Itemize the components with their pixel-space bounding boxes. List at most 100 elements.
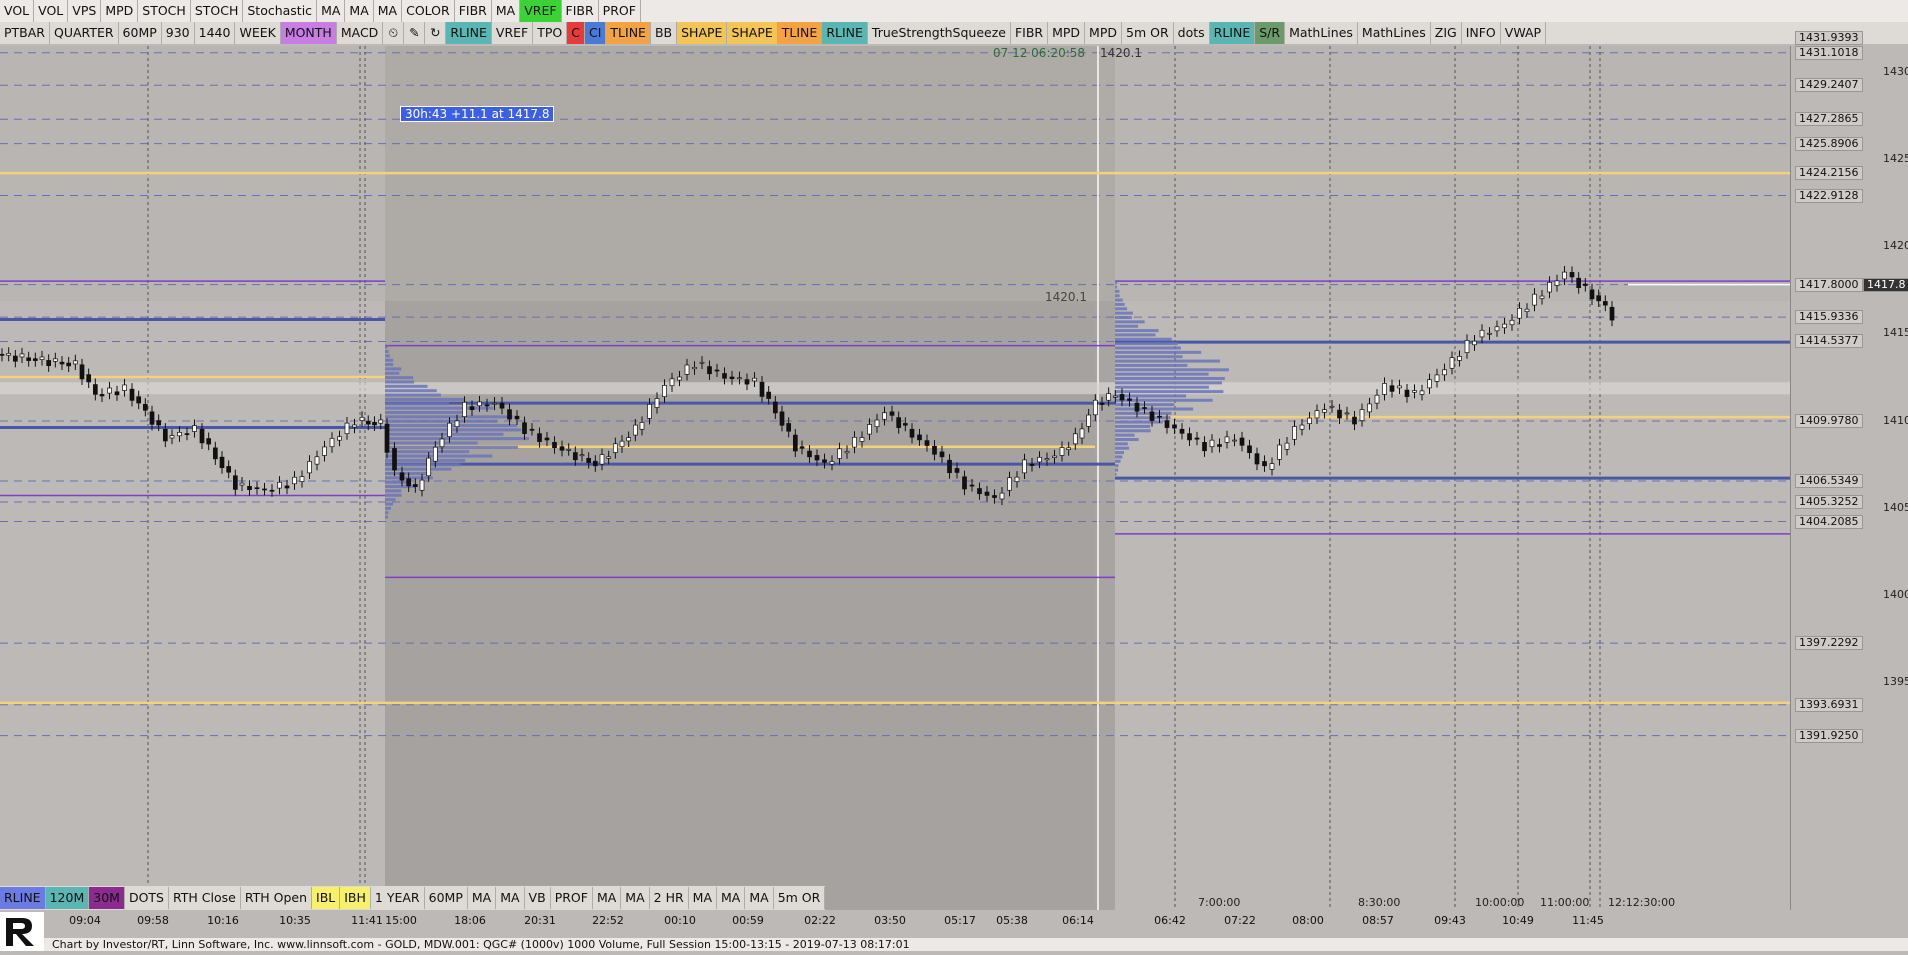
- toolbar-button-rth-open[interactable]: RTH Open: [241, 887, 313, 909]
- toolbar-button-vb[interactable]: VB: [525, 887, 551, 909]
- time-label: 00:10: [664, 914, 696, 927]
- toolbar-button-ma[interactable]: MA: [689, 887, 717, 909]
- price-axis[interactable]: 1431.9393 1431.1018 1429.2407 1427.2865 1425…: [1790, 31, 1908, 910]
- toolbar-button-fibr[interactable]: FIBR: [562, 0, 599, 22]
- toolbar-button-mathlines[interactable]: MathLines: [1285, 22, 1358, 44]
- toolbar-button-1440[interactable]: 1440: [195, 22, 236, 44]
- toolbar-button-dots[interactable]: DOTS: [125, 887, 169, 909]
- toolbar-button-120m[interactable]: 120M: [45, 887, 90, 909]
- toolbar-button-vwap[interactable]: VWAP: [1501, 22, 1547, 44]
- toolbar-button-c[interactable]: C: [567, 22, 585, 44]
- toolbar-button-2-hr[interactable]: 2 HR: [650, 887, 689, 909]
- toolbar-button-ma[interactable]: MA: [317, 0, 346, 22]
- toolbar-button-mpd[interactable]: MPD: [101, 0, 139, 22]
- chart-area[interactable]: 7:00:00 8:30:00 10:00:00 11:00:00 12:12:30:0…: [0, 46, 1790, 910]
- toolbar-button-ibl[interactable]: IBL: [312, 887, 341, 909]
- current-price-badge: 1417.8: [1863, 277, 1908, 292]
- pencil-icon[interactable]: ✎: [404, 22, 426, 44]
- time-mark-label: 8:30:00: [1358, 896, 1400, 909]
- toolbar-button-930[interactable]: 930: [162, 22, 195, 44]
- time-label: 06:42: [1154, 914, 1186, 927]
- toolbar-button-stochastic[interactable]: Stochastic: [243, 0, 318, 22]
- toolbar-button-shape[interactable]: SHAPE: [677, 22, 728, 44]
- toolbar-button-vol[interactable]: VOL: [0, 0, 35, 22]
- toolbar-button-stoch[interactable]: STOCH: [191, 0, 244, 22]
- time-label: 08:57: [1362, 914, 1394, 927]
- toolbar-button-1-year[interactable]: 1 YEAR: [371, 887, 425, 909]
- price-level-label: 1425.8906: [1795, 136, 1863, 151]
- header-price: 1420.1: [1100, 46, 1142, 60]
- toolbar-button-bb[interactable]: BB: [651, 22, 678, 44]
- toolbar-button-mathlines[interactable]: MathLines: [1358, 22, 1431, 44]
- time-label: 02:22: [804, 914, 836, 927]
- time-label: 09:58: [137, 914, 169, 927]
- toolbar-button-ma[interactable]: MA: [593, 887, 622, 909]
- time-label: 10:49: [1502, 914, 1534, 927]
- toolbar-button-macd[interactable]: MACD: [337, 22, 384, 44]
- toolbar-button-tline[interactable]: TLINE: [606, 22, 651, 44]
- time-label: 11:45: [1572, 914, 1604, 927]
- toolbar-button-tpo[interactable]: TPO: [533, 22, 568, 44]
- price-level-label: 1405.3252: [1795, 495, 1863, 510]
- price-level-label: 1415.9336: [1795, 310, 1863, 325]
- toolbar-button-dots[interactable]: dots: [1174, 22, 1210, 44]
- toolbar-button-quarter[interactable]: QUARTER: [50, 22, 119, 44]
- toolbar-button-ma[interactable]: MA: [745, 887, 774, 909]
- toolbar-button-ma[interactable]: MA: [621, 887, 650, 909]
- clock-icon[interactable]: ⏲: [383, 22, 405, 44]
- toolbar-button-ibh[interactable]: IBH: [340, 887, 371, 909]
- toolbar-button-month[interactable]: MONTH: [280, 22, 337, 44]
- price-level-label: 1422.9128: [1795, 188, 1863, 203]
- toolbar-button-rline[interactable]: RLINE: [0, 887, 46, 909]
- toolbar-button-prof[interactable]: PROF: [551, 887, 593, 909]
- price-level-label: 1429.2407: [1795, 78, 1863, 93]
- toolbar-button-60mp[interactable]: 60MP: [425, 887, 468, 909]
- toolbar-button-vref[interactable]: VREF: [520, 0, 562, 22]
- toolbar-button-vol[interactable]: VOL: [34, 0, 69, 22]
- toolbar-button-mpd[interactable]: MPD: [1048, 22, 1086, 44]
- toolbar-button-rline[interactable]: RLINE: [1209, 22, 1256, 44]
- time-label: 03:50: [874, 914, 906, 927]
- toolbar-button-ma[interactable]: MA: [468, 887, 497, 909]
- toolbar-button-info[interactable]: INFO: [1462, 22, 1501, 44]
- toolbar-button-ptbar[interactable]: PTBAR: [0, 22, 50, 44]
- toolbar-button-mpd[interactable]: MPD: [1085, 22, 1122, 44]
- toolbar-button-ma[interactable]: MA: [717, 887, 746, 909]
- toolbar-button-ma[interactable]: MA: [492, 0, 521, 22]
- toolbar-button-rth-close[interactable]: RTH Close: [169, 887, 241, 909]
- toolbar-button-vps[interactable]: VPS: [68, 0, 102, 22]
- toolbar-button-fibr[interactable]: FIBR: [1011, 22, 1049, 44]
- toolbar-button-5m-or[interactable]: 5m OR: [1122, 22, 1174, 44]
- toolbar-button-tline[interactable]: TLINE: [777, 22, 823, 44]
- toolbar-button-ma[interactable]: MA: [496, 887, 525, 909]
- toolbar-button-ma[interactable]: MA: [374, 0, 403, 22]
- toolbar-button-60mp[interactable]: 60MP: [119, 22, 162, 44]
- toolbar-button-truestrengthsqueeze[interactable]: TrueStrengthSqueeze: [868, 22, 1011, 44]
- toolbar-button-stoch[interactable]: STOCH: [138, 0, 191, 22]
- time-label: 11:41: [351, 914, 383, 927]
- toolbar-button-30m[interactable]: 30M: [89, 887, 125, 909]
- time-label: 09:04: [69, 914, 101, 927]
- toolbar-button-shape[interactable]: SHAPE: [727, 22, 778, 44]
- toolbar-button-ci[interactable]: CI: [584, 22, 607, 44]
- refresh-icon[interactable]: ↻: [425, 22, 447, 44]
- time-label: 22:52: [592, 914, 624, 927]
- price-chart[interactable]: 7:00:00 8:30:00 10:00:00 11:00:00 12:12:30:0…: [0, 46, 1790, 910]
- toolbar-button-ma[interactable]: MA: [345, 0, 374, 22]
- price-level-label: 1431.9393: [1795, 31, 1863, 46]
- top-toolbar-1: VOL VOL VPS MPD STOCH STOCH Stochastic MA MA MA CO…: [0, 0, 1908, 22]
- toolbar-button-rline[interactable]: RLINE: [822, 22, 868, 44]
- toolbar-button-zig[interactable]: ZIG: [1431, 22, 1462, 44]
- toolbar-button-vref[interactable]: VREF: [492, 22, 534, 44]
- toolbar-button-5m-or[interactable]: 5m OR: [774, 887, 826, 909]
- toolbar-button-color[interactable]: COLOR: [402, 0, 455, 22]
- toolbar-button-rline[interactable]: RLINE: [446, 22, 492, 44]
- top-toolbar-2: PTBAR QUARTER 60MP 930 1440 WEEK MONTH MACD ⏲ ✎ ↻ R…: [0, 22, 1908, 44]
- toolbar-button-prof[interactable]: PROF: [599, 0, 641, 22]
- price-tick: 1395: [1883, 675, 1908, 688]
- time-label: 10:35: [279, 914, 311, 927]
- toolbar-button-week[interactable]: WEEK: [235, 22, 281, 44]
- time-label: 06:14: [1062, 914, 1094, 927]
- toolbar-button-fibr[interactable]: FIBR: [455, 0, 492, 22]
- toolbar-button-s-r[interactable]: S/R: [1255, 22, 1286, 44]
